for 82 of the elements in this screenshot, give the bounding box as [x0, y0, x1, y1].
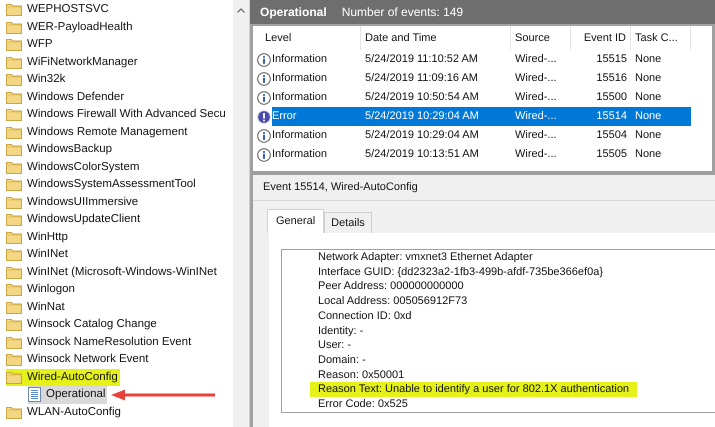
folder-icon	[6, 283, 22, 296]
tree-item[interactable]: WinINet	[6, 246, 70, 264]
detail-line: Error Code: 0x525	[318, 396, 409, 412]
event-title: Event 15514, Wired-AutoConfig	[253, 175, 715, 201]
column-header[interactable]: Task C...	[631, 26, 691, 50]
tree-item[interactable]: Win32k	[6, 71, 68, 88]
folder-icon	[6, 178, 22, 192]
info-icon	[257, 90, 271, 104]
log-title: Operational	[260, 4, 327, 21]
folder-icon	[6, 126, 22, 139]
event-row[interactable]: Information 5/24/2019 10:29:04 AM Wired-... 15504 None	[272, 126, 691, 145]
event-row[interactable]: Information 5/24/2019 10:50:54 AM Wired-... 15500 None	[272, 88, 691, 107]
folder-icon	[6, 230, 22, 244]
tree-item[interactable]: Operational	[28, 386, 108, 404]
tree-item[interactable]: WinHttp	[6, 228, 70, 246]
detail-line: Identity: -	[318, 324, 364, 338]
detail-line: User: -	[318, 338, 352, 353]
folder-icon	[6, 90, 22, 104]
detail-line: Local Address: 005056912F73	[318, 294, 468, 309]
column-header[interactable]: Event ID	[571, 26, 631, 50]
tree-item[interactable]: Winsock NameResolution Event	[6, 334, 194, 351]
tree-item[interactable]: Windows Defender	[6, 88, 126, 106]
column-header[interactable]: Date and Time	[361, 26, 511, 50]
detail-line: Reason: 0x50001	[318, 368, 406, 382]
scrollbar[interactable]	[233, 0, 249, 427]
folder-icon	[6, 38, 22, 52]
folder-icon	[6, 56, 22, 69]
info-icon	[257, 72, 271, 86]
folder-icon	[6, 318, 22, 332]
tree-item[interactable]: Windows Remote Management	[6, 124, 190, 141]
column-header[interactable]: Level	[261, 26, 361, 50]
folder-icon	[6, 20, 22, 34]
detail-line: Peer Address: 000000000000	[318, 279, 465, 294]
folder-icon	[6, 336, 22, 349]
event-row[interactable]: Information 5/24/2019 11:09:16 AM Wired-... 15516 None	[272, 69, 691, 88]
folder-icon	[6, 406, 22, 419]
info-icon	[257, 52, 271, 66]
folder-icon	[6, 160, 22, 174]
tree-item[interactable]: WindowsSystemAssessmentTool	[6, 176, 198, 194]
tree-item[interactable]: WindowsUpdateClient	[6, 211, 142, 228]
tree-item[interactable]: WindowsUIImmersive	[6, 194, 140, 211]
tree-item[interactable]: WEPHOSTSVC	[6, 1, 111, 18]
folder-icon	[6, 248, 22, 262]
tree-item[interactable]: WFP	[6, 36, 55, 54]
tree-item[interactable]: WLAN-AutoConfig	[6, 404, 123, 421]
event-row[interactable]: Information 5/24/2019 10:13:51 AM Wired-... 15505 None	[272, 145, 691, 164]
detail-line: Interface GUID: {dd2323a2-1fb3-499b-afdf-735be366ef0a}	[318, 264, 604, 280]
folder-icon	[6, 143, 22, 156]
tree-item[interactable]: WindowsBackup	[6, 141, 114, 158]
folder-icon	[6, 108, 22, 122]
tree-item[interactable]: Wired-AutoConfig	[6, 368, 120, 386]
event-count: Number of events: 149	[342, 4, 464, 21]
tree-item[interactable]: WiFiNetworkManager	[6, 54, 140, 71]
log-icon	[28, 387, 41, 402]
tab[interactable]: Details	[324, 212, 372, 233]
folder-icon	[6, 73, 22, 86]
error-icon	[257, 110, 271, 124]
folder-icon	[6, 353, 22, 366]
info-icon	[257, 128, 271, 142]
tree-item[interactable]: WinNat	[6, 298, 67, 316]
detail-line: Connection ID: 0xd	[318, 308, 413, 324]
folder-icon	[6, 3, 22, 16]
detail-line: Domain: -	[318, 352, 367, 368]
scroll-up-icon[interactable]	[237, 8, 245, 13]
folder-icon	[6, 213, 22, 226]
tab[interactable]: General	[267, 209, 324, 233]
tree-item[interactable]: Winsock Network Event	[6, 351, 150, 368]
tree-item[interactable]: WER-PayloadHealth	[6, 18, 134, 36]
tree-item[interactable]: Winsock Catalog Change	[6, 316, 159, 334]
folder-icon	[6, 300, 22, 314]
folder-icon	[6, 266, 22, 279]
event-row[interactable]: Error 5/24/2019 10:29:04 AM Wired-... 15514 None	[272, 107, 691, 126]
tree-item[interactable]: WinINet (Microsoft-Windows-WinINet	[6, 264, 219, 281]
tree-item[interactable]: Windows Firewall With Advanced Secu	[6, 106, 228, 124]
tree-item[interactable]: WindowsColorSystem	[6, 158, 142, 176]
folder-icon	[6, 370, 22, 384]
folder-icon	[6, 196, 22, 209]
column-header[interactable]: Source	[511, 26, 571, 50]
tree-item[interactable]: Winlogon	[6, 281, 77, 298]
detail-line: Network Adapter: vmxnet3 Ethernet Adapter	[318, 250, 534, 265]
info-icon	[257, 148, 271, 162]
event-row[interactable]: Information 5/24/2019 11:10:52 AM Wired-... 15515 None	[272, 50, 691, 69]
